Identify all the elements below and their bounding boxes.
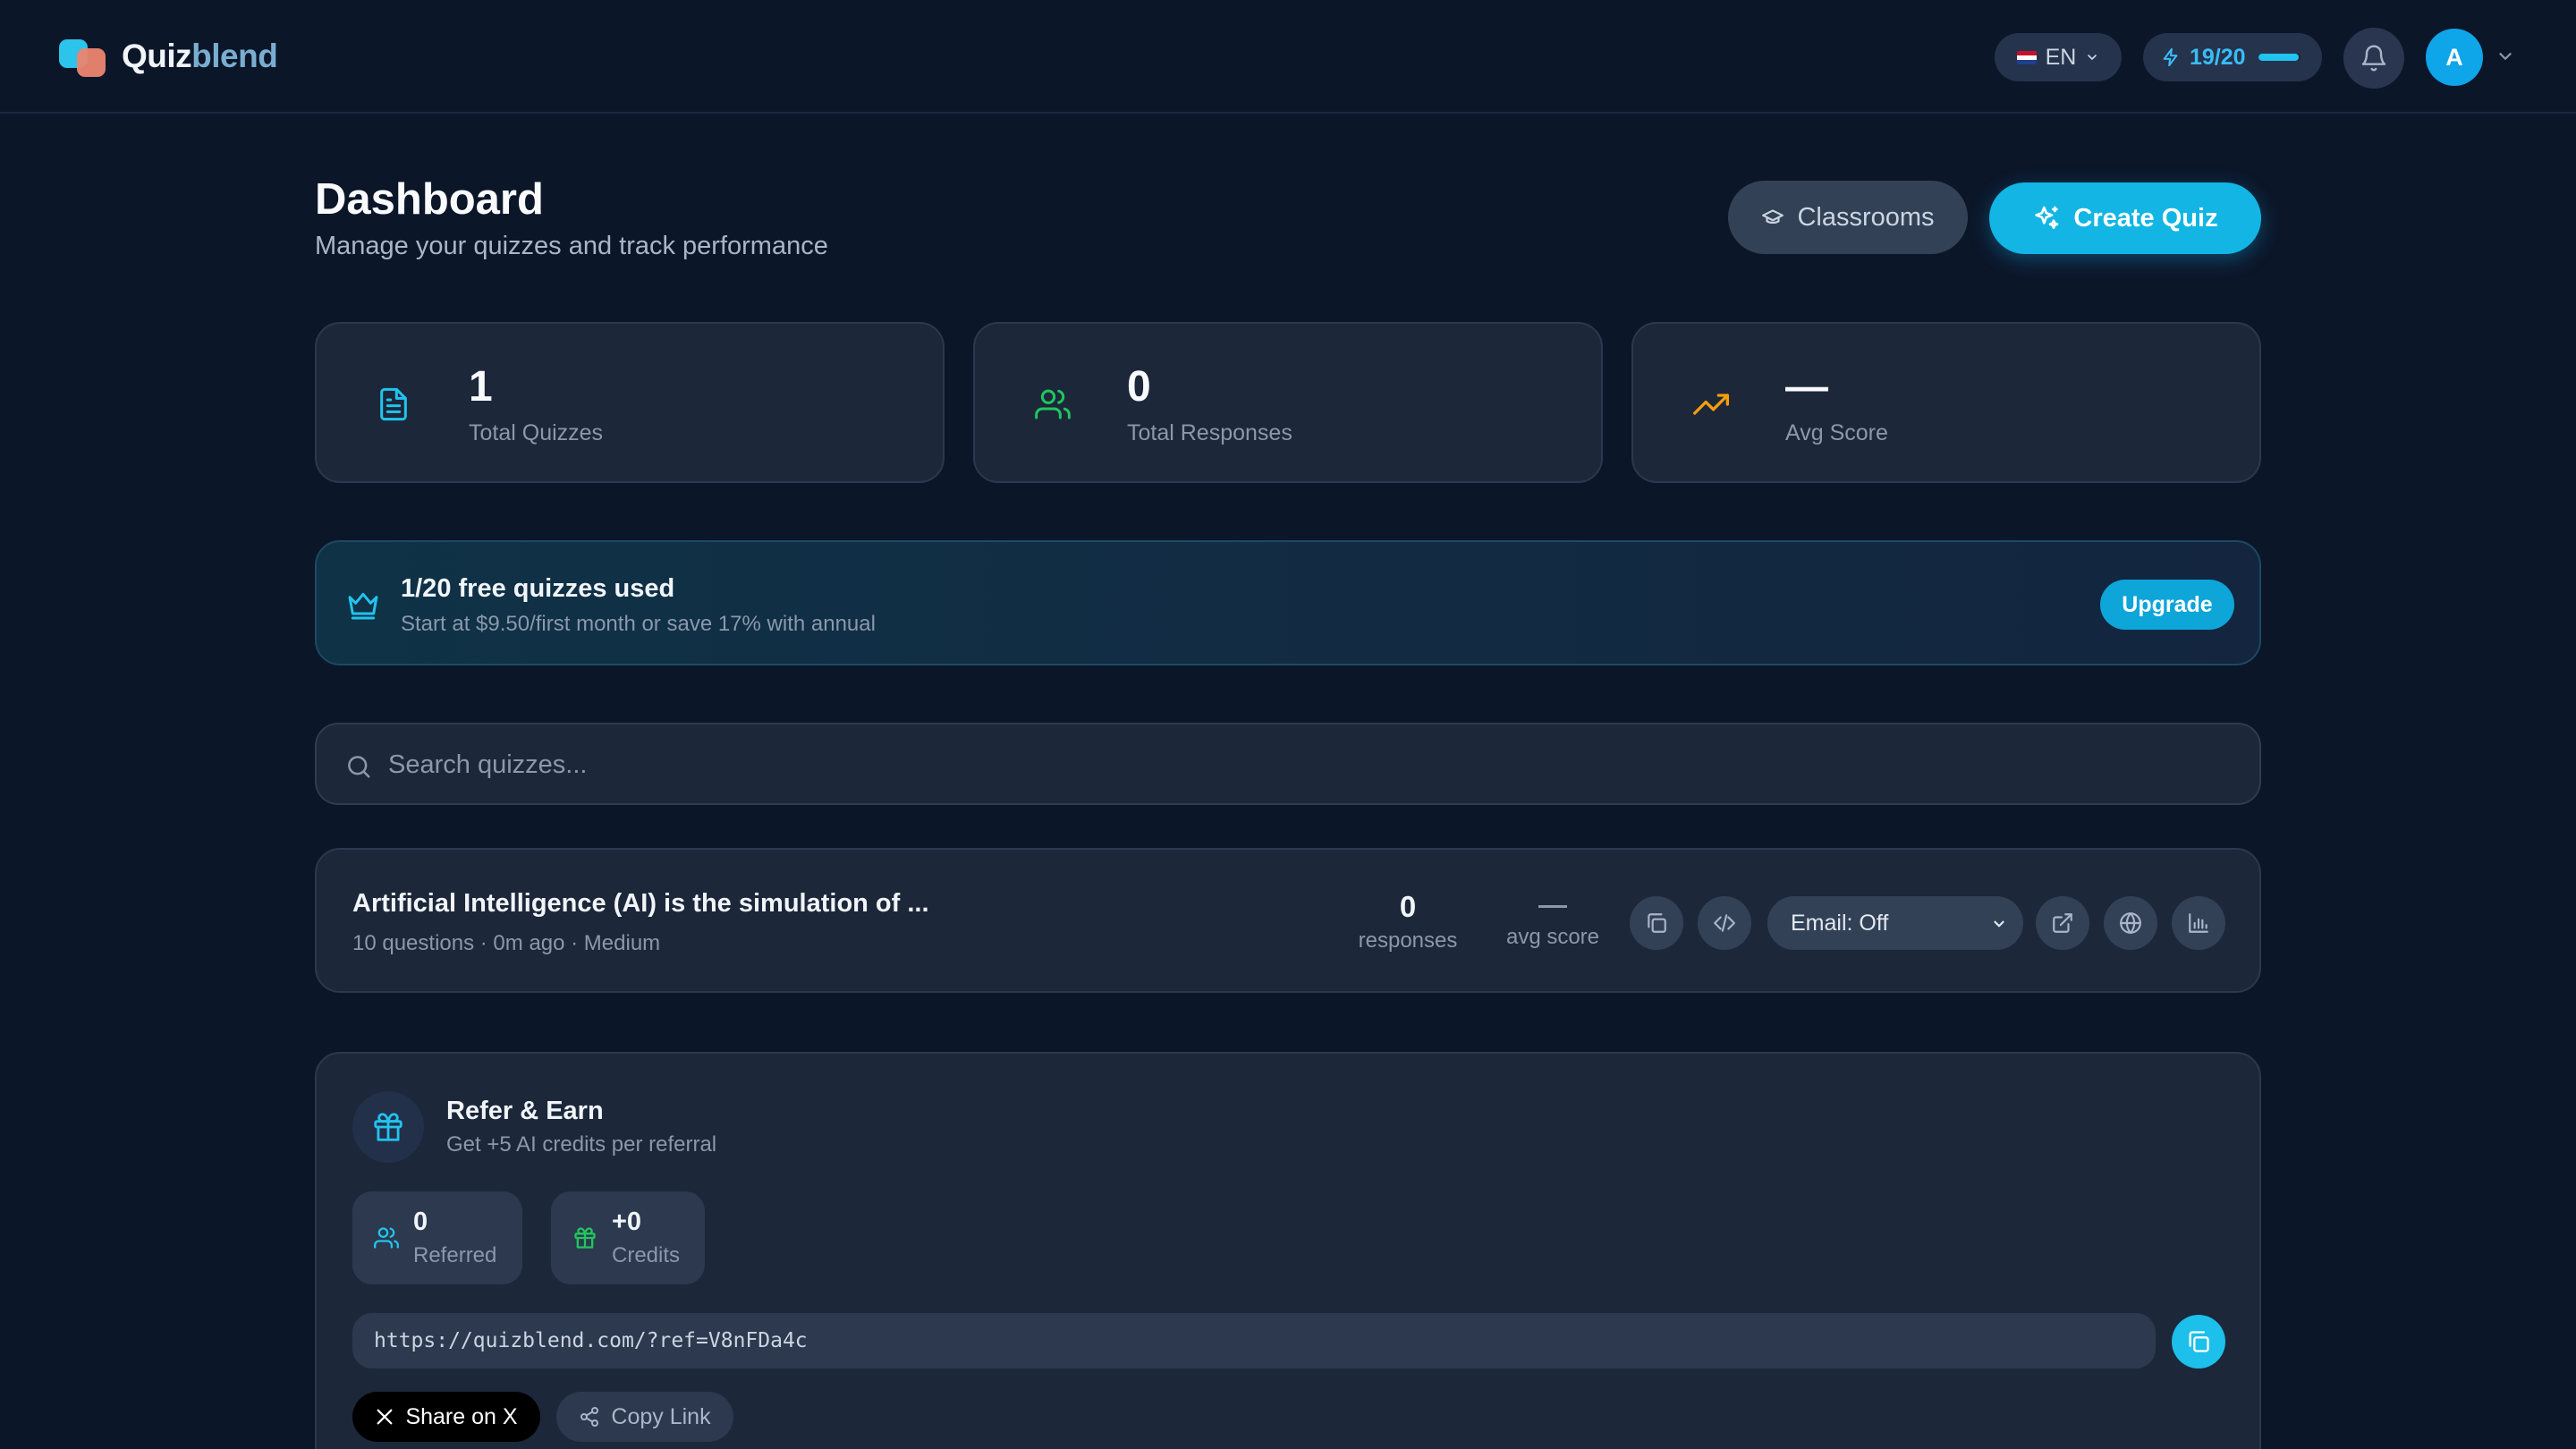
copy-link-label: Copy Link [611, 1403, 711, 1429]
share-on-x-label: Share on X [405, 1403, 518, 1429]
credits-label: 19/20 [2190, 44, 2246, 70]
create-quiz-label: Create Quiz [2073, 203, 2218, 233]
graduation-cap-icon [1762, 209, 1784, 225]
copy-referral-link-button[interactable] [2172, 1315, 2225, 1368]
copy-icon [1648, 913, 1666, 933]
user-avatar[interactable]: A [2426, 29, 2483, 86]
gift-icon [374, 1113, 402, 1141]
publish-quiz-button[interactable] [2104, 896, 2157, 950]
quiz-avg-score-empty-dash [1538, 905, 1567, 908]
referral-link-text: https://quizblend.com/?ref=V8nFDa4c [374, 1329, 808, 1352]
quiz-responses-value: 0 [1399, 890, 1417, 923]
refer-subtitle: Get +5 AI credits per referral [446, 1132, 717, 1157]
free-plan-banner: 1/20 free quizzes used Start at $9.50/fi… [315, 540, 2261, 665]
classrooms-button[interactable]: Classrooms [1728, 181, 1968, 254]
stat-card-total-responses: 0 Total Responses [973, 322, 1603, 483]
gift-icon-badge [352, 1091, 424, 1163]
stat-card-total-quizzes: 1 Total Quizzes [315, 322, 945, 483]
search-icon [348, 756, 370, 778]
chevron-down-icon [1994, 920, 2004, 928]
create-quiz-button[interactable]: Create Quiz [1989, 182, 2261, 254]
share-on-x-button[interactable]: Share on X [352, 1392, 540, 1442]
stat-value: 1 [469, 363, 493, 411]
referred-label: Referred [413, 1243, 497, 1267]
brand-name-part2: blend [191, 38, 278, 74]
email-select-value: Email: Off [1791, 910, 1889, 936]
quiz-avg-score-metric: avg score [1490, 889, 1615, 950]
avatar-initial: A [2445, 43, 2463, 71]
user-menu-chevron-down-icon[interactable] [2496, 47, 2515, 66]
stat-value: — [1785, 363, 1828, 411]
page-subtitle: Manage your quizzes and track performanc… [315, 232, 828, 260]
banner-title: 1/20 free quizzes used [401, 574, 675, 603]
quiz-title[interactable]: Artificial Intelligence (AI) is the simu… [352, 889, 929, 919]
credits-earned-stat: +0 Credits [551, 1191, 705, 1284]
lightning-icon [2163, 47, 2178, 67]
upgrade-button[interactable]: Upgrade [2100, 580, 2234, 630]
ai-credits-indicator[interactable]: 19/20 [2143, 33, 2322, 81]
stat-label: Total Responses [1127, 420, 1292, 445]
search-bar[interactable] [315, 723, 2261, 805]
chevron-down-icon [2088, 55, 2097, 60]
refer-and-earn-card: Refer & Earn Get +5 AI credits per refer… [315, 1052, 2261, 1449]
bell-icon [2361, 45, 2386, 72]
brand-name: Quizblend [122, 38, 278, 75]
embed-code-button[interactable] [1698, 896, 1751, 950]
external-link-icon [2053, 913, 2072, 933]
code-icon [1714, 914, 1735, 932]
quiz-responses-label: responses [1358, 928, 1458, 953]
quiz-meta: 10 questions · 0m ago · Medium [352, 931, 661, 955]
quiz-avg-score-label: avg score [1505, 925, 1600, 949]
credits-progress-fill [2258, 54, 2300, 61]
copy-link-button[interactable]: Copy Link [556, 1392, 733, 1442]
logo-icon [57, 36, 107, 77]
language-label: EN [2045, 44, 2077, 70]
language-selector[interactable]: EN [1995, 33, 2122, 81]
credits-earned-label: Credits [612, 1243, 681, 1267]
copy-icon [2189, 1331, 2209, 1352]
stat-value: 0 [1127, 363, 1151, 411]
credits-progress-bar [2258, 54, 2301, 61]
open-quiz-button[interactable] [2036, 896, 2089, 950]
share-icon [580, 1407, 599, 1427]
quiz-analytics-button[interactable] [2172, 896, 2225, 950]
stat-label: Avg Score [1785, 420, 1888, 445]
refer-title: Refer & Earn [446, 1097, 604, 1125]
brand-name-part1: Quiz [122, 38, 192, 74]
upgrade-label: Upgrade [2122, 591, 2213, 617]
uk-flag-icon [2016, 50, 2037, 64]
quiz-row[interactable]: Artificial Intelligence (AI) is the simu… [315, 848, 2261, 993]
x-logo-icon [377, 1409, 393, 1425]
users-icon [374, 1227, 399, 1249]
referral-link-field[interactable]: https://quizblend.com/?ref=V8nFDa4c [352, 1313, 2156, 1368]
bar-chart-icon [2189, 913, 2208, 933]
sparkles-icon [2035, 206, 2059, 229]
page-title: Dashboard [315, 175, 544, 224]
users-icon [1035, 389, 1071, 419]
brand-logo[interactable]: Quizblend [57, 36, 278, 77]
crown-icon [348, 592, 378, 620]
stat-card-avg-score: — Avg Score [1631, 322, 2261, 483]
gift-icon [574, 1227, 596, 1249]
notifications-button[interactable] [2343, 28, 2404, 89]
banner-subtitle: Start at $9.50/first month or save 17% w… [401, 612, 876, 636]
referred-value: 0 [413, 1208, 428, 1236]
document-icon [380, 387, 407, 421]
credits-earned-value: +0 [612, 1208, 642, 1236]
quiz-responses-metric: 0 responses [1345, 889, 1470, 953]
classrooms-label: Classrooms [1797, 202, 1935, 232]
referred-stat: 0 Referred [352, 1191, 522, 1284]
search-input[interactable] [388, 742, 2231, 787]
globe-icon [2120, 912, 2141, 934]
top-bar: Quizblend EN 19/20 A [0, 0, 2576, 114]
stat-label: Total Quizzes [469, 420, 604, 445]
duplicate-quiz-button[interactable] [1630, 896, 1683, 950]
trending-up-icon [1693, 394, 1729, 415]
email-notification-select[interactable]: Email: Off [1767, 896, 2023, 950]
